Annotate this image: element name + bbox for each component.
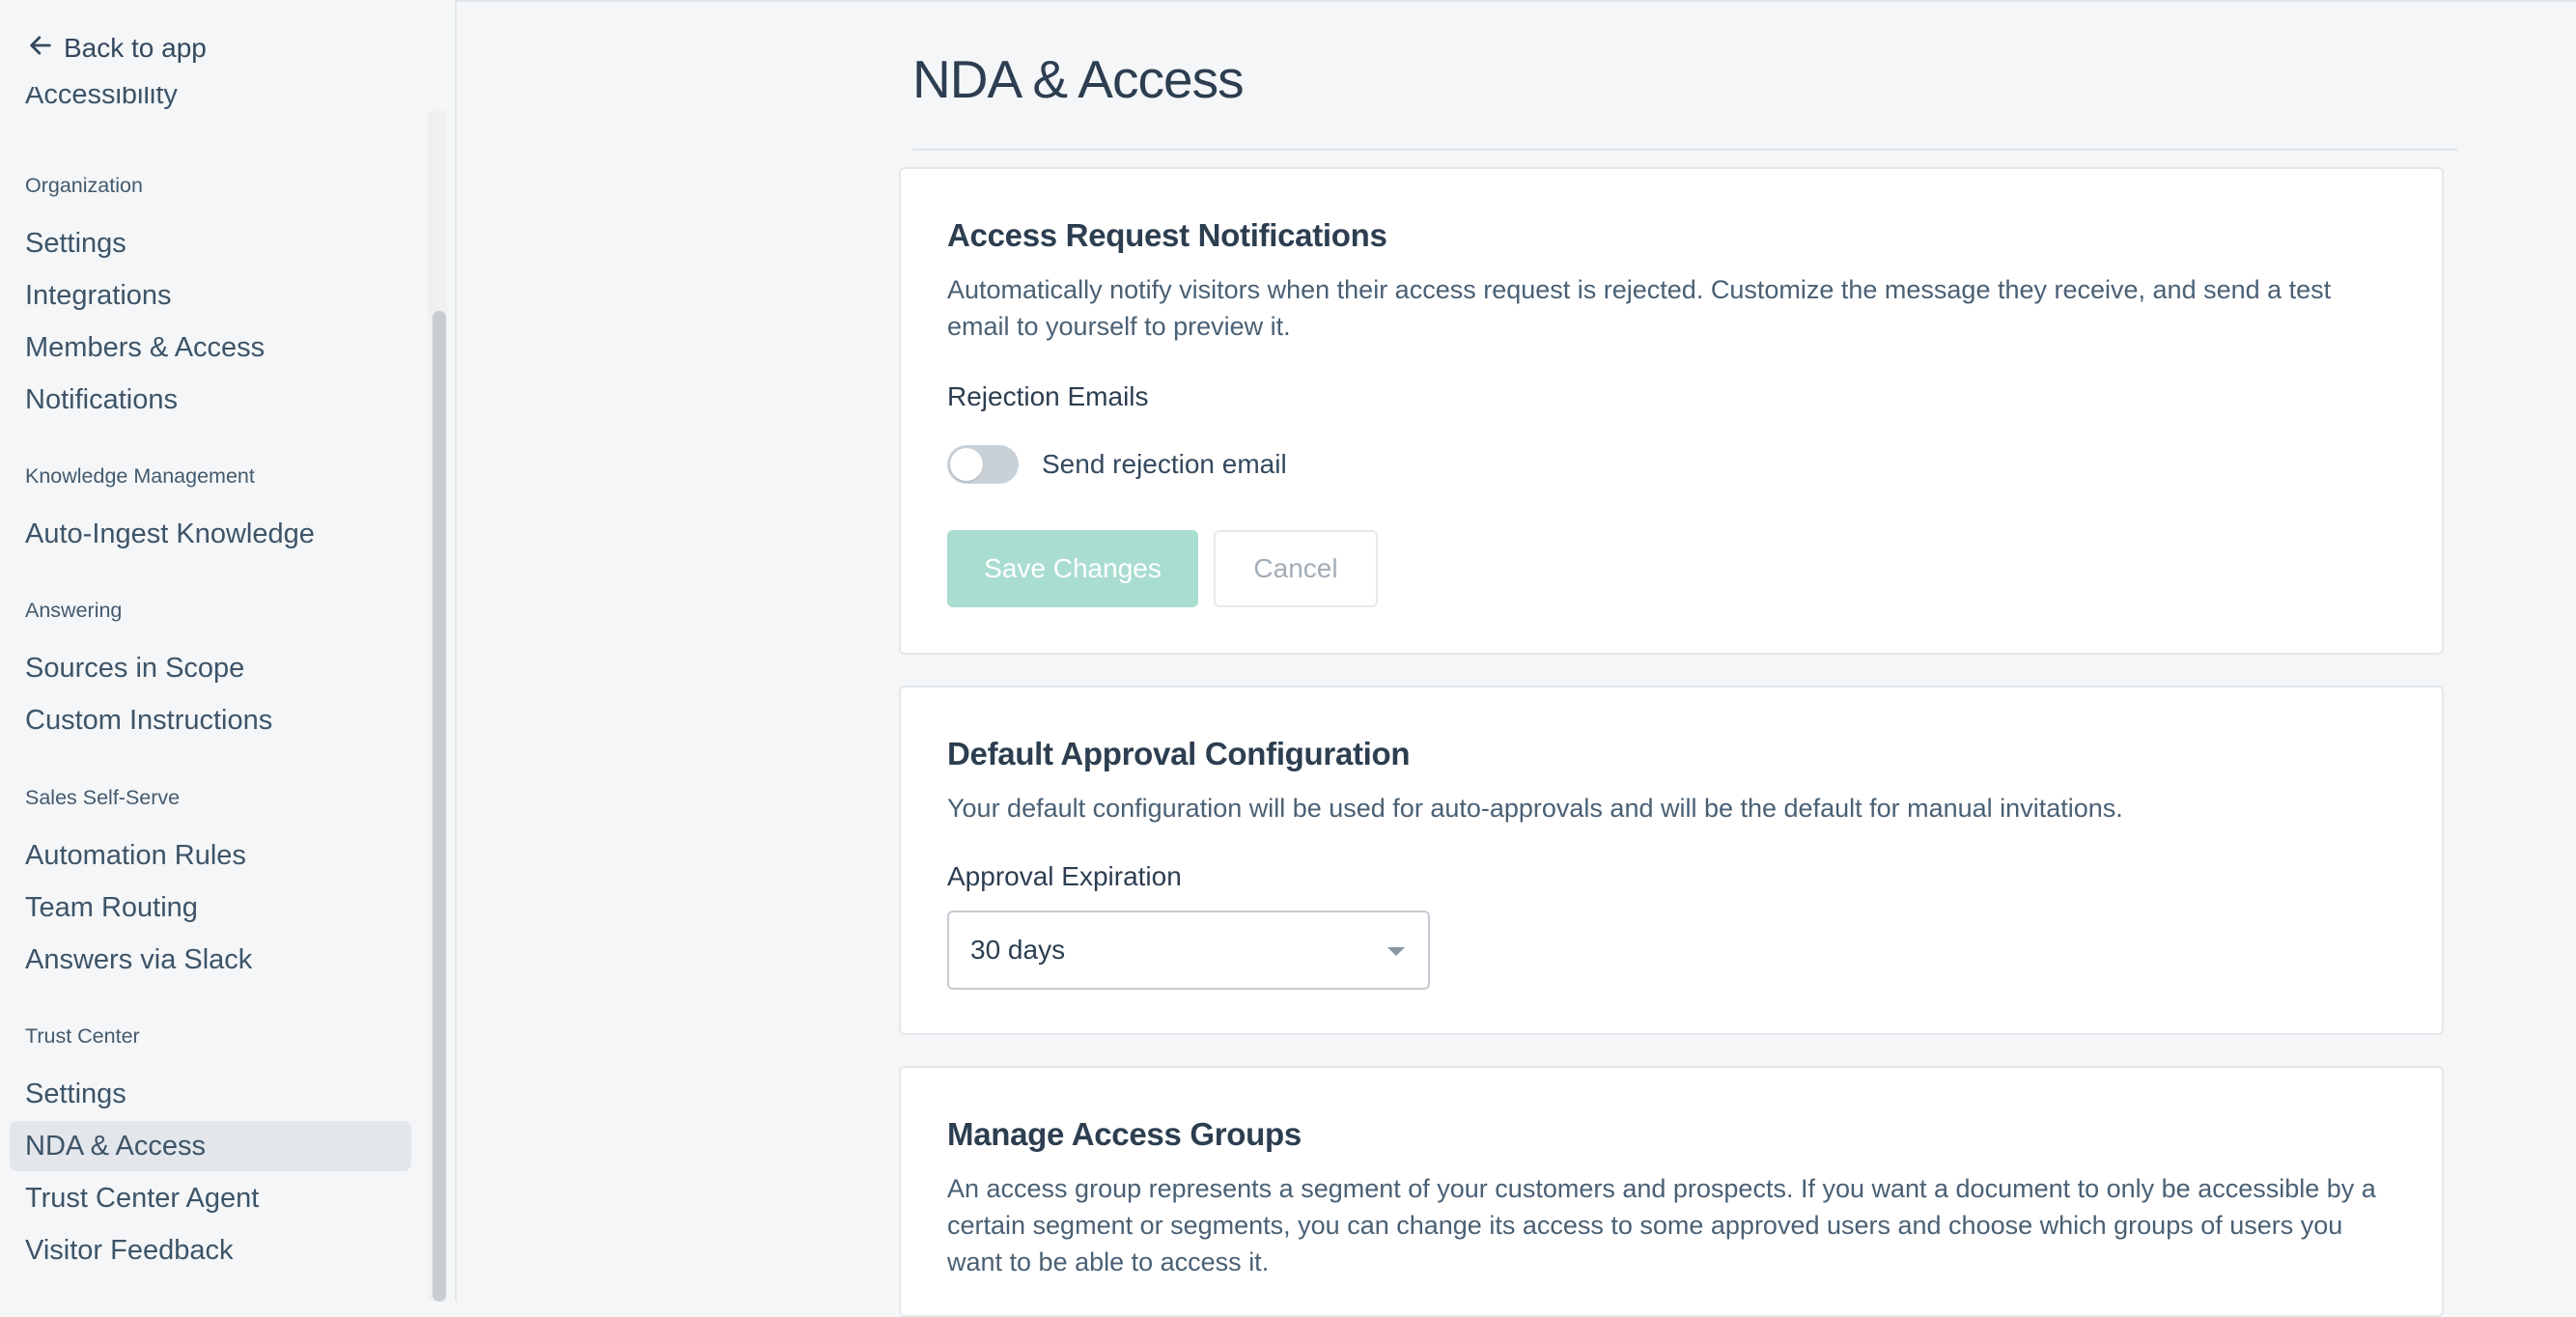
sidebar-nav: Accessibility Organization Settings Inte… (0, 87, 428, 1302)
chevron-down-icon (1387, 947, 1405, 956)
sidebar-item-accessibility[interactable]: Accessibility (25, 87, 178, 111)
send-rejection-email-toggle[interactable] (947, 445, 1019, 484)
back-to-app-link[interactable]: Back to app (27, 29, 207, 68)
arrow-left-icon (27, 32, 54, 66)
manage-access-groups-card: Manage Access Groups An access group rep… (899, 1066, 2444, 1317)
sidebar-item-integrations[interactable]: Integrations (10, 270, 411, 321)
page-title: NDA & Access (912, 49, 1245, 109)
sidebar-item-org-settings[interactable]: Settings (10, 218, 411, 268)
section-sales-self-serve: Sales Self-Serve (25, 786, 181, 809)
section-answering: Answering (25, 599, 123, 622)
sidebar-item-team-routing[interactable]: Team Routing (10, 883, 411, 933)
sidebar-item-notifications[interactable]: Notifications (10, 375, 411, 425)
sidebar-item-custom-instructions[interactable]: Custom Instructions (10, 695, 411, 745)
card-title: Default Approval Configuration (947, 736, 1411, 771)
title-divider (912, 149, 2457, 151)
sidebar-item-trust-settings[interactable]: Settings (10, 1069, 411, 1119)
sidebar-scrollbar-thumb[interactable] (433, 311, 446, 1302)
toggle-knob (950, 448, 983, 481)
send-rejection-email-row: Send rejection email (947, 445, 1287, 484)
sidebar-item-nda-access[interactable]: NDA & Access (10, 1121, 411, 1171)
sidebar-item-automation-rules[interactable]: Automation Rules (10, 830, 411, 881)
sidebar-item-answers-via-slack[interactable]: Answers via Slack (10, 935, 411, 985)
sidebar-item-auto-ingest[interactable]: Auto-Ingest Knowledge (10, 509, 411, 559)
sidebar-item-members-access[interactable]: Members & Access (10, 322, 411, 373)
card-description: An access group represents a segment of … (947, 1174, 2376, 1276)
section-knowledge-management: Knowledge Management (25, 464, 255, 488)
approval-expiration-select[interactable]: 30 days (947, 911, 1430, 990)
access-request-notifications-card: Access Request Notifications Automatical… (899, 167, 2444, 655)
section-organization: Organization (25, 174, 143, 197)
approval-expiration-label: Approval Expiration (947, 861, 1182, 891)
sidebar-item-trust-center-agent[interactable]: Trust Center Agent (10, 1173, 411, 1223)
card-description: Your default configuration will be used … (947, 794, 2123, 823)
rejection-emails-label: Rejection Emails (947, 381, 1149, 411)
back-link-label: Back to app (64, 33, 207, 63)
save-changes-button[interactable]: Save Changes (947, 530, 1198, 607)
section-trust-center: Trust Center (25, 1024, 140, 1048)
settings-sidebar: Back to app Accessibility Organization S… (0, 0, 457, 1302)
default-approval-configuration-card: Default Approval Configuration Your defa… (899, 686, 2444, 1035)
sidebar-item-visitor-feedback[interactable]: Visitor Feedback (10, 1225, 411, 1275)
cancel-button[interactable]: Cancel (1214, 530, 1378, 607)
select-value: 30 days (970, 935, 1066, 965)
sidebar-item-sources-in-scope[interactable]: Sources in Scope (10, 643, 411, 693)
card-title: Access Request Notifications (947, 217, 1387, 253)
card-title: Manage Access Groups (947, 1116, 1302, 1152)
card-description: Automatically notify visitors when their… (947, 275, 2332, 341)
toggle-label: Send rejection email (1042, 449, 1287, 479)
